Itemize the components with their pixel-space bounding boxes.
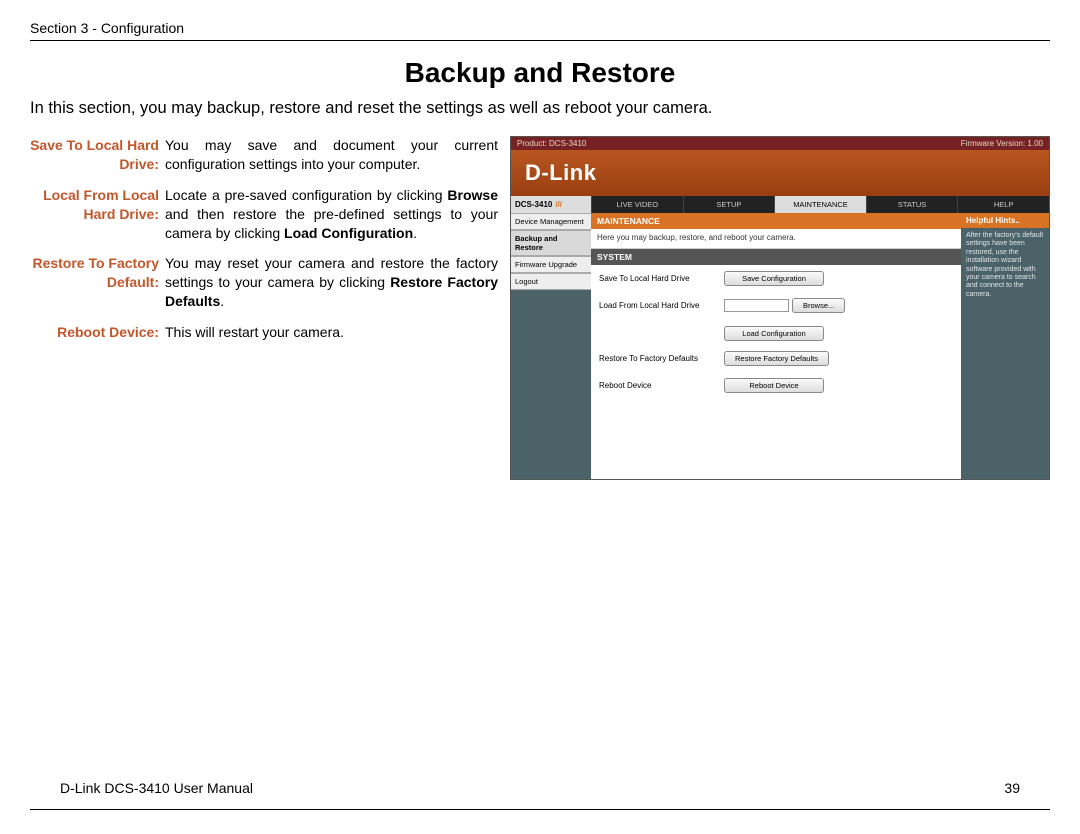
tab-maintenance[interactable]: MAINTENANCE <box>774 196 866 213</box>
def-reboot: Reboot Device: This will restart your ca… <box>30 323 498 342</box>
tab-help[interactable]: HELP <box>957 196 1049 213</box>
main-panel: MAINTENANCE Here you may backup, restore… <box>591 213 961 479</box>
help-title: Helpful Hints.. <box>961 213 1049 228</box>
def-term-line1: Reboot Device: <box>57 324 159 340</box>
system-header: SYSTEM <box>591 249 961 265</box>
header-rule <box>30 40 1050 41</box>
tab-status[interactable]: STATUS <box>866 196 958 213</box>
sidebar-item-device[interactable]: Device Management <box>511 213 591 230</box>
def-body: This will restart your camera. <box>165 323 498 342</box>
footer-manual: D-Link DCS-3410 User Manual <box>60 780 253 796</box>
reboot-button[interactable]: Reboot Device <box>724 378 824 393</box>
save-label: Save To Local Hard Drive <box>599 274 724 283</box>
brand-logo: D-Link <box>525 160 596 185</box>
tab-setup[interactable]: SETUP <box>683 196 775 213</box>
def-body: Locate a pre-saved configuration by clic… <box>165 186 498 243</box>
firmware-label: Firmware Version: 1.00 <box>961 139 1043 148</box>
save-config-button[interactable]: Save Configuration <box>724 271 824 286</box>
product-label: Product: DCS-3410 <box>517 139 586 148</box>
load-label: Load From Local Hard Drive <box>599 301 724 310</box>
def-term-line1: Local From Local <box>43 187 159 203</box>
file-path-input[interactable] <box>724 299 789 312</box>
def-load: Local From Local Hard Drive: Locate a pr… <box>30 186 498 243</box>
definitions-column: Save To Local Hard Drive: You may save a… <box>30 136 498 480</box>
def-save: Save To Local Hard Drive: You may save a… <box>30 136 498 174</box>
model-badge: DCS-3410/// <box>511 196 591 213</box>
maintenance-desc: Here you may backup, restore, and reboot… <box>591 229 961 249</box>
page-title: Backup and Restore <box>30 57 1050 89</box>
tab-live-video[interactable]: LIVE VIDEO <box>591 196 683 213</box>
def-body: You may reset your camera and restore th… <box>165 254 498 311</box>
intro-text: In this section, you may backup, restore… <box>30 99 1050 118</box>
restore-defaults-button[interactable]: Restore Factory Defaults <box>724 351 829 366</box>
load-config-button[interactable]: Load Configuration <box>724 326 824 341</box>
def-term-line2: Default: <box>107 274 159 290</box>
maintenance-header: MAINTENANCE <box>591 213 961 229</box>
reboot-label: Reboot Device <box>599 381 724 390</box>
sidebar: Device Management Backup and Restore Fir… <box>511 213 591 479</box>
def-term-line1: Save To Local Hard <box>30 137 159 153</box>
sidebar-item-logout[interactable]: Logout <box>511 273 591 290</box>
ui-screenshot: Product: DCS-3410 Firmware Version: 1.00… <box>510 136 1050 480</box>
sidebar-item-firmware[interactable]: Firmware Upgrade <box>511 256 591 273</box>
sidebar-item-backup[interactable]: Backup and Restore <box>511 230 591 256</box>
restore-label: Restore To Factory Defaults <box>599 354 724 363</box>
footer-rule <box>30 809 1050 810</box>
def-term-line2: Hard Drive: <box>84 206 159 222</box>
def-term-line1: Restore To Factory <box>32 255 159 271</box>
def-term-line2: Drive: <box>119 156 159 172</box>
help-text: After the factory's default settings hav… <box>961 228 1049 303</box>
footer-page: 39 <box>1004 780 1020 796</box>
def-restore: Restore To Factory Default: You may rese… <box>30 254 498 311</box>
def-body: You may save and document your current c… <box>165 136 498 174</box>
help-pane: Helpful Hints.. After the factory's defa… <box>961 213 1049 479</box>
browse-button[interactable]: Browse... <box>792 298 845 313</box>
section-header: Section 3 - Configuration <box>30 20 1050 36</box>
